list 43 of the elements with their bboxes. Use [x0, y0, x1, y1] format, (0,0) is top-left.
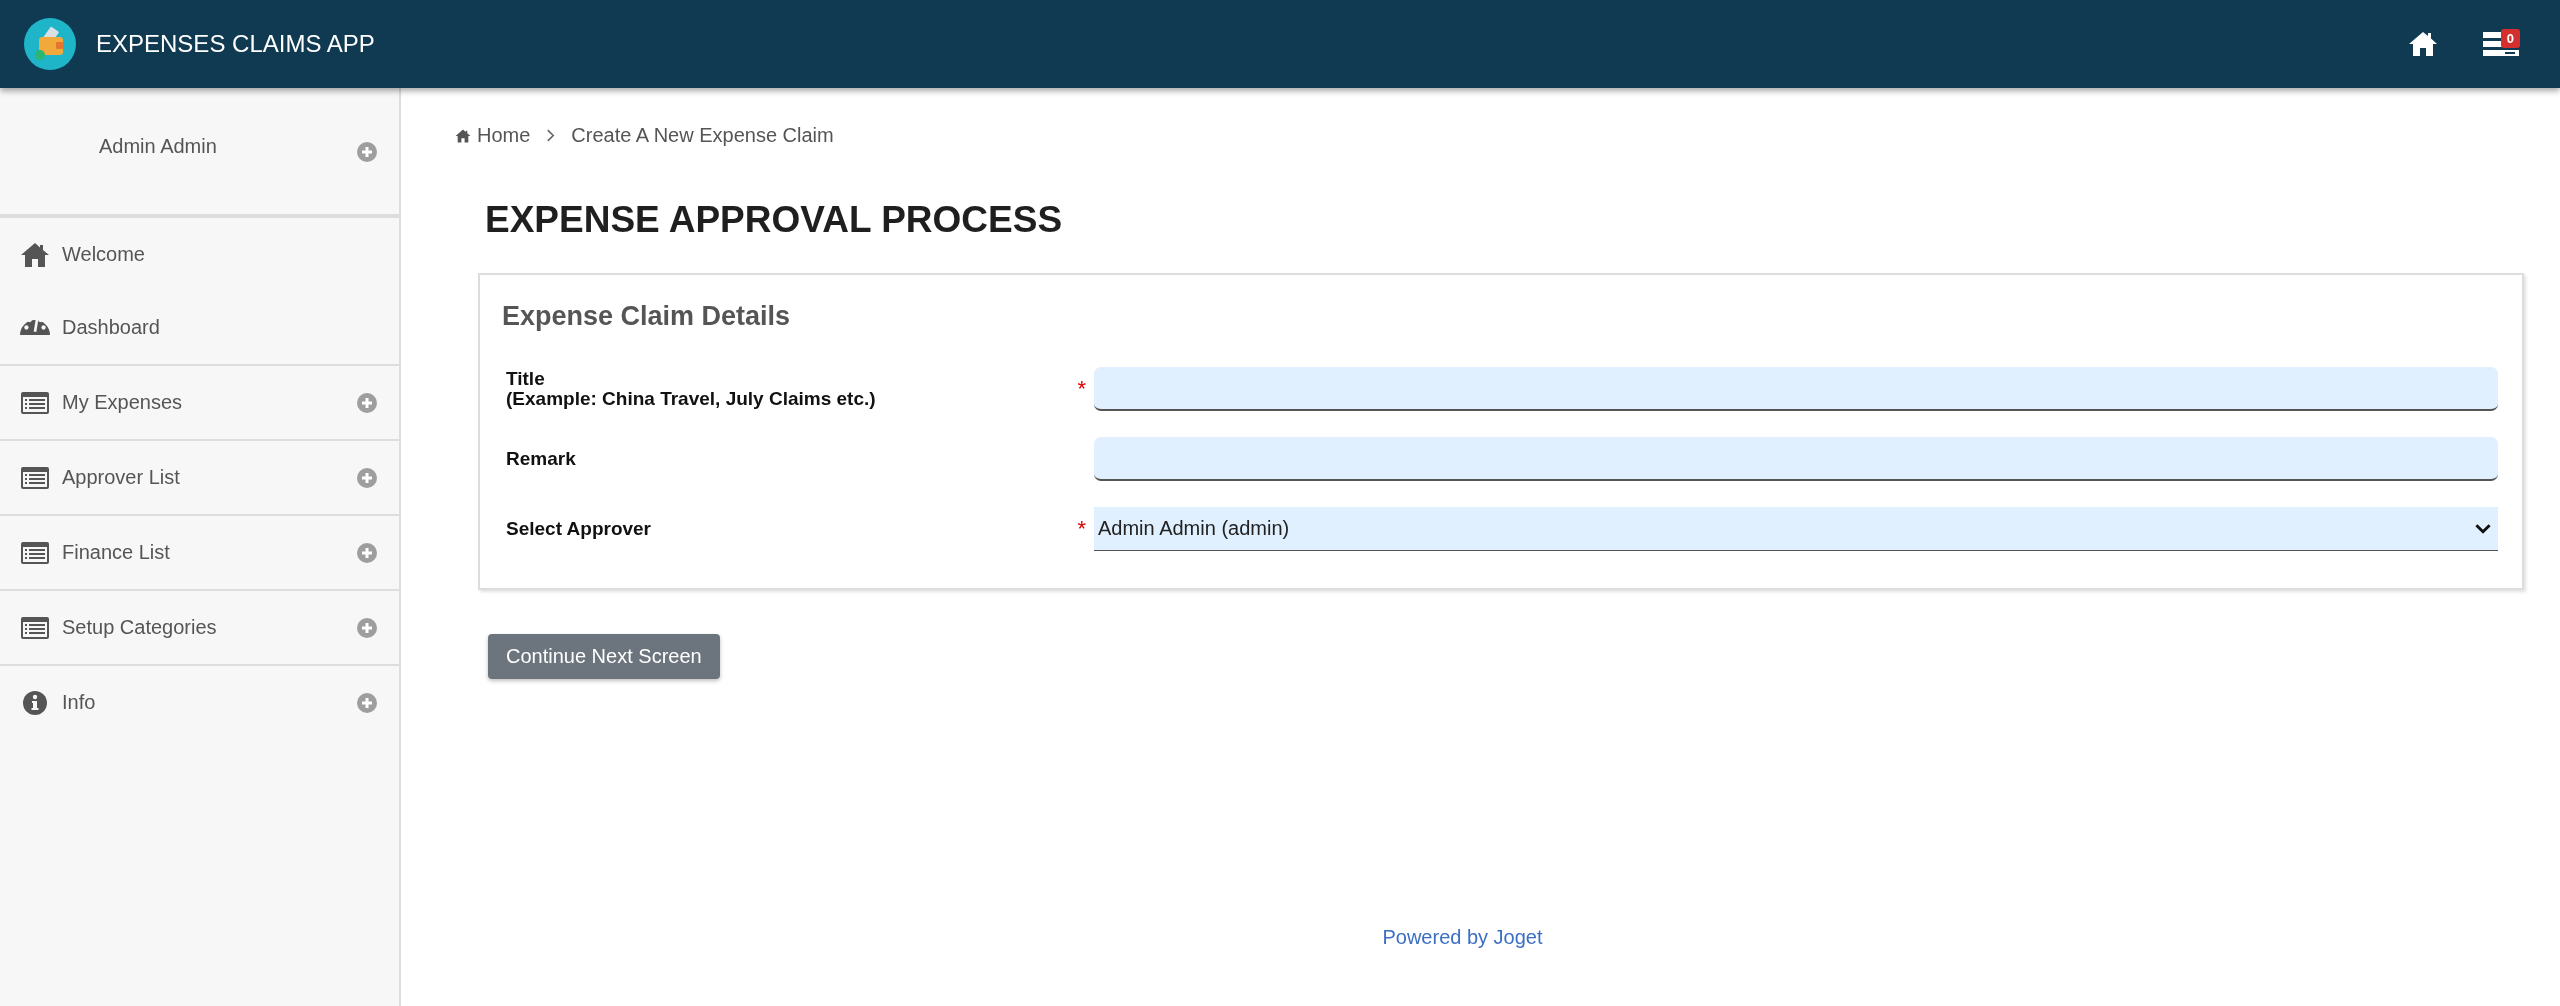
sidebar-item[interactable]: My Expenses [0, 364, 399, 439]
sidebar-item[interactable]: Approver List [0, 439, 399, 514]
inbox-button[interactable]: 0 [2470, 19, 2532, 69]
home-link[interactable]: Home [455, 124, 531, 147]
user-name: Admin Admin [99, 134, 217, 158]
chevron-down-icon [2474, 523, 2492, 534]
field-label: Title (Example: China Travel, July Claims etc.) [505, 369, 877, 409]
expand-icon[interactable] [357, 617, 377, 638]
chevron-icon [546, 129, 556, 142]
home-icon [455, 128, 471, 143]
expand-icon[interactable] [357, 392, 377, 413]
field-label: Select Approver [505, 519, 652, 539]
expand-icon[interactable] [357, 542, 377, 563]
info-icon [20, 689, 50, 716]
app-title: EXPENSES CLAIMS APP [96, 30, 375, 58]
list-icon [20, 615, 50, 640]
sidebar-item[interactable]: Setup Categories [0, 589, 399, 664]
sidebar-item[interactable]: Dashboard [0, 291, 399, 364]
required-mark: * [1077, 516, 1086, 541]
text-field[interactable] [1094, 367, 2498, 411]
field-label: Remark [505, 449, 577, 469]
required-mark: * [1077, 376, 1086, 401]
sidebar-item[interactable]: Finance List [0, 514, 399, 589]
powered-by-link[interactable]: Powered by Joget [1382, 926, 1543, 949]
list-icon [20, 465, 50, 490]
wallet-logo-icon [24, 18, 76, 70]
expand-icon[interactable] [357, 692, 377, 713]
expand-icon[interactable] [357, 142, 377, 162]
gauge-icon [20, 320, 50, 335]
continue-button[interactable]: Continue Next Screen [488, 634, 720, 679]
sidebar-item[interactable]: Welcome [0, 216, 399, 291]
expand-icon[interactable] [357, 467, 377, 488]
text-field[interactable] [1094, 437, 2498, 481]
sidebar-item[interactable]: Info [0, 664, 399, 739]
approver-dropdown[interactable]: Admin Admin (admin) [1094, 507, 2498, 551]
list-icon [20, 390, 50, 415]
section-title: Expense Claim Details [502, 301, 792, 332]
home-icon [2407, 30, 2439, 58]
page-title: EXPENSE APPROVAL PROCESS [485, 199, 1064, 241]
list-icon [20, 540, 50, 565]
inbox-count-badge: 0 [2500, 29, 2520, 48]
breadcrumb-current: Create A New Expense Claim [571, 124, 834, 147]
home-icon [20, 241, 50, 268]
